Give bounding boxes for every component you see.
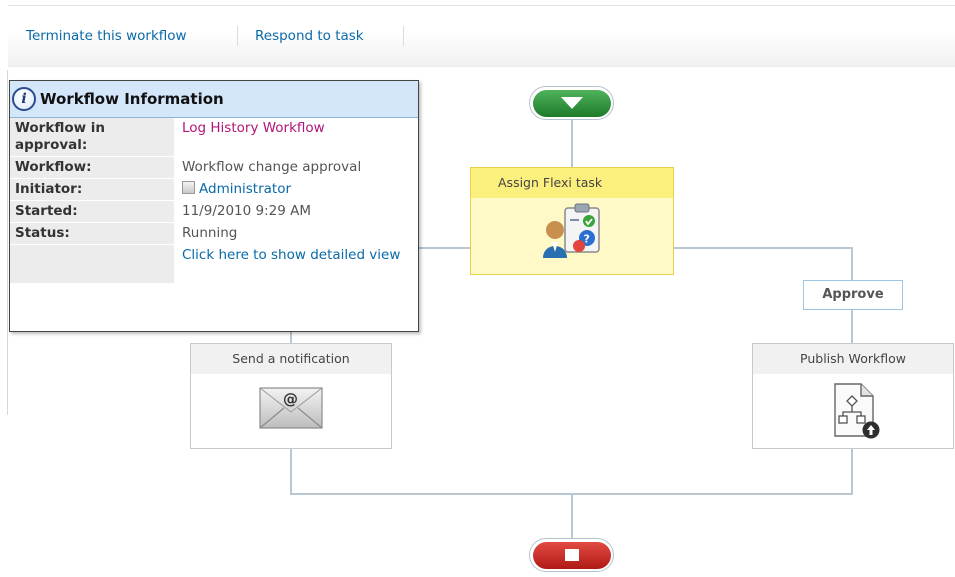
publish-workflow-document-icon (834, 383, 880, 439)
assign-flexi-task-action[interactable]: Assign Flexi task ? (470, 167, 674, 275)
publish-workflow-action[interactable]: Publish Workflow (752, 343, 954, 449)
workflow-in-approval-link[interactable]: Log History Workflow (174, 118, 410, 156)
info-label: Workflow in approval: (10, 118, 174, 156)
workflow-end[interactable] (529, 538, 614, 572)
connector-line (851, 247, 853, 281)
initiator-name: Administrator (199, 181, 292, 197)
toolbar-divider (403, 26, 404, 46)
user-presence-icon (182, 181, 195, 194)
send-notification-action[interactable]: Send a notification @ (190, 343, 392, 449)
workflow-toolbar: Terminate this workflow Respond to task (8, 5, 955, 67)
panel-header: i Workflow Information (10, 81, 418, 118)
user-task-clipboard-icon: ? (543, 203, 600, 258)
approve-outcome-label: Approve (803, 280, 903, 310)
show-detailed-view-link[interactable]: Click here to show detailed view (174, 245, 410, 283)
connector-line (673, 247, 853, 249)
connector-line (851, 309, 853, 344)
terminate-workflow-link[interactable]: Terminate this workflow (26, 28, 187, 44)
info-value: Workflow change approval (182, 159, 362, 175)
start-arrow-icon (560, 97, 583, 109)
connector-line (571, 119, 573, 168)
toolbar-divider (237, 26, 238, 46)
panel-title: Workflow Information (40, 90, 224, 108)
info-row-started: Started: 11/9/2010 9:29 AM (10, 201, 418, 223)
connector-line (571, 493, 573, 539)
info-label (10, 245, 174, 283)
svg-text:@: @ (283, 390, 298, 408)
info-label: Workflow: (10, 157, 174, 178)
info-value: 11/9/2010 9:29 AM (182, 203, 312, 219)
stop-icon (564, 549, 579, 561)
info-row-workflow-in-approval: Workflow in approval: Log History Workfl… (10, 118, 418, 157)
respond-to-task-link[interactable]: Respond to task (255, 28, 364, 44)
info-row-status: Status: Running (10, 223, 418, 245)
action-title: Publish Workflow (753, 344, 953, 374)
connector-line (290, 330, 292, 344)
email-envelope-icon: @ (259, 387, 323, 429)
action-title: Assign Flexi task (471, 168, 673, 198)
info-value: Running (182, 225, 238, 241)
canvas-border (7, 70, 8, 415)
info-label: Initiator: (10, 179, 174, 200)
action-title: Send a notification (191, 344, 391, 374)
info-icon: i (12, 87, 36, 111)
info-row-detailed-view: Click here to show detailed view (10, 245, 418, 283)
info-label: Status: (10, 223, 174, 244)
info-label: Started: (10, 201, 174, 222)
connector-line (851, 448, 853, 495)
initiator-link[interactable]: Administrator (174, 179, 410, 200)
info-row-workflow: Workflow: Workflow change approval (10, 157, 418, 179)
workflow-information-panel: i Workflow Information Workflow in appro… (9, 80, 419, 332)
connector-line (290, 448, 292, 495)
workflow-start[interactable] (529, 86, 614, 120)
info-row-initiator: Initiator: Administrator (10, 179, 418, 201)
